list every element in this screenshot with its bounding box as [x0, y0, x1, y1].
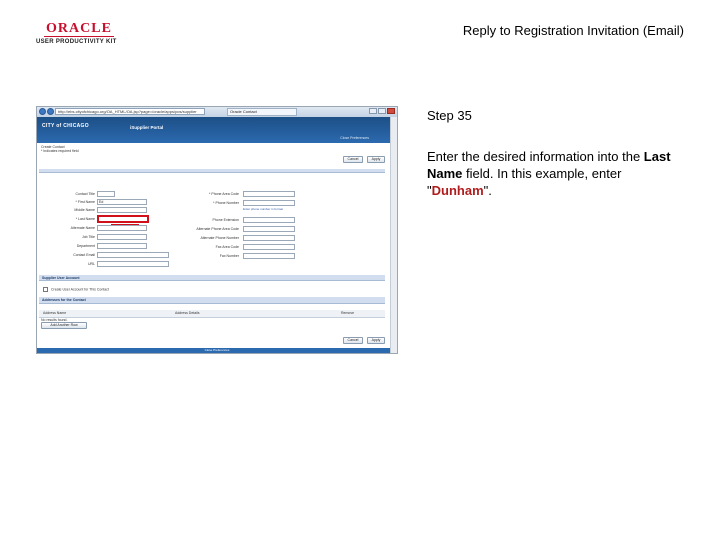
forward-icon[interactable]: [47, 108, 54, 115]
page-title: Reply to Registration Invitation (Email): [462, 23, 684, 38]
fax-number-field[interactable]: [243, 253, 295, 259]
alternate-name-field[interactable]: [97, 225, 147, 231]
app-name: iSupplier Portal: [130, 125, 164, 130]
phone-number-field[interactable]: [243, 200, 295, 206]
step-number: Step 35: [427, 108, 472, 123]
alt-phone-area-code-field[interactable]: [243, 226, 295, 232]
label-phone-number: * Phone Number: [213, 201, 239, 205]
embedded-screenshot: http://ebs.cityofchicago.org/OA_HTML/OA.…: [36, 106, 398, 354]
required-note: * Indicates required field: [41, 149, 79, 153]
apply-button-bottom[interactable]: Apply: [367, 337, 385, 344]
create-user-checkbox[interactable]: [43, 287, 48, 292]
col-address-name: Address Name: [43, 311, 67, 315]
middle-name-field[interactable]: [97, 207, 147, 213]
browser-toolbar: http://ebs.cityofchicago.org/OA_HTML/OA.…: [37, 107, 397, 117]
upk-subtitle: USER PRODUCTIVITY KIT: [36, 39, 117, 45]
contact-email-field[interactable]: [97, 252, 169, 258]
instruction-post: ".: [483, 183, 492, 198]
last-name-field[interactable]: [97, 215, 149, 223]
label-job-title: Job Title: [81, 235, 95, 239]
minimize-icon[interactable]: [369, 108, 377, 114]
maximize-icon[interactable]: [378, 108, 386, 114]
label-phone-extension: Phone Extension: [212, 218, 239, 222]
close-icon[interactable]: [387, 108, 395, 114]
form-section-bar: [39, 169, 385, 173]
phone-format-hint: Enter phone number in format: [243, 207, 283, 211]
app-header: CITY of CHICAGO iSupplier Portal Close P…: [37, 117, 397, 143]
section-addresses: Addresses for the Contact: [39, 297, 385, 304]
label-fax-number: Fax Number: [219, 254, 239, 258]
oracle-wordmark: ORACLE: [44, 22, 114, 37]
address-bar[interactable]: http://ebs.cityofchicago.org/OA_HTML/OA.…: [55, 108, 205, 115]
label-department: Department: [76, 244, 95, 248]
fax-area-code-field[interactable]: [243, 244, 295, 250]
label-first-name: * First Name: [75, 200, 95, 204]
label-alternate-name: Alternate Name: [70, 226, 95, 230]
city-logo: CITY of CHICAGO: [42, 123, 89, 129]
label-alt-phone-area-code: Alternate Phone Area Code: [196, 227, 239, 231]
label-middle-name: Middle Name: [74, 208, 95, 212]
instruction-text: Enter the desired information into the L…: [427, 148, 687, 199]
instruction-pre: Enter the desired information into the: [427, 149, 644, 164]
cancel-button-bottom[interactable]: Cancel: [343, 337, 363, 344]
browser-tab[interactable]: Oracle Contact: [227, 108, 297, 116]
vertical-scrollbar[interactable]: [390, 117, 397, 353]
phone-extension-field[interactable]: [243, 217, 295, 223]
label-alt-phone-number: Alternate Phone Number: [200, 236, 239, 240]
footer-links[interactable]: Close Preferences: [37, 348, 397, 353]
label-contact-email: Contact Email: [73, 253, 95, 257]
contact-title-select[interactable]: [97, 191, 115, 197]
label-url: URL: [87, 262, 95, 266]
cancel-button[interactable]: Cancel: [343, 156, 363, 163]
label-phone-area-code: * Phone Area Code: [209, 192, 239, 196]
label-fax-area-code: Fax Area Code: [215, 245, 239, 249]
col-remove: Remove: [341, 311, 355, 315]
alt-phone-number-field[interactable]: [243, 235, 295, 241]
instruction-value: Dunham: [431, 183, 484, 198]
label-contact-title: Contact Title: [75, 192, 95, 196]
first-name-field[interactable]: Ed: [97, 199, 147, 205]
address-table-header: Address Name Address Details Remove: [39, 310, 385, 318]
create-user-checkbox-row[interactable]: Create User Account for This Contact: [43, 287, 109, 292]
phone-area-code-field[interactable]: [243, 191, 295, 197]
apply-button[interactable]: Apply: [367, 156, 385, 163]
back-icon[interactable]: [39, 108, 46, 115]
form-heading: Create Contact * Indicates required fiel…: [41, 145, 79, 153]
section-user-account: Supplier User Account: [39, 275, 385, 281]
label-last-name: * Last Name: [75, 217, 95, 221]
department-field[interactable]: [97, 243, 147, 249]
create-user-label: Create User Account for This Contact: [51, 287, 109, 292]
col-address-details: Address Details: [175, 311, 200, 315]
header-links[interactable]: Close Preferences: [340, 136, 369, 140]
oracle-upk-logo: ORACLE USER PRODUCTIVITY KIT: [36, 22, 126, 46]
add-another-row-button[interactable]: Add Another Row: [41, 322, 87, 329]
url-field[interactable]: [97, 261, 169, 267]
job-title-field[interactable]: [97, 234, 147, 240]
